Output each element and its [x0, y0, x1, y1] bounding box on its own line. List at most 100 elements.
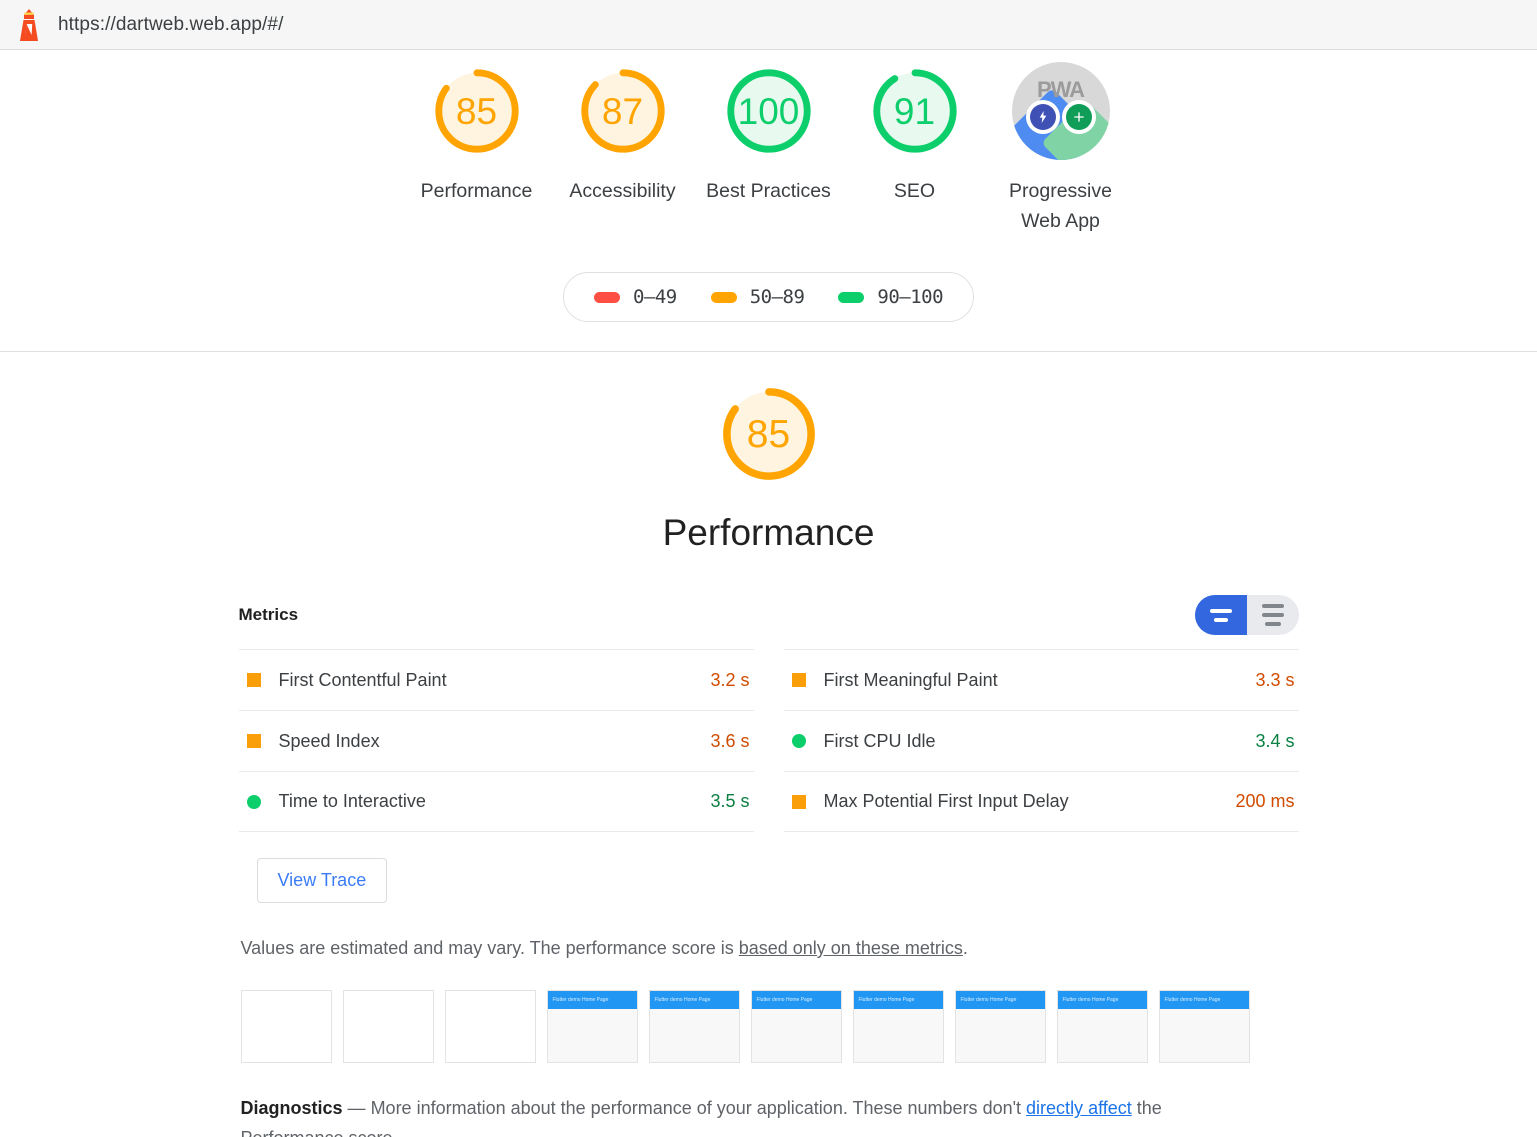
filmstrip-frame-appbar: Flutter demo Home Page: [751, 991, 841, 1010]
view-trace-button[interactable]: View Trace: [256, 858, 388, 903]
legend-item-average: 50–89: [710, 286, 805, 308]
filmstrip-frame-caption: Flutter demo Home Page: [1164, 997, 1221, 1004]
filmstrip-frame[interactable]: Flutter demo Home Page: [1158, 990, 1250, 1064]
diagnostics-dash: —: [347, 1098, 366, 1119]
page-title: Performance: [662, 512, 875, 553]
score-gauge-performance[interactable]: 85 Performance: [404, 62, 550, 206]
metrics-heading: Metrics: [238, 605, 299, 624]
filmstrip-frame[interactable]: Flutter demo Home Page: [546, 990, 638, 1064]
metric-rating-square-icon: [791, 673, 806, 687]
filmstrip-frame[interactable]: Flutter demo Home Page: [852, 990, 944, 1064]
metrics-column-left: First Contentful Paint 3.2 s Speed Index…: [238, 649, 754, 832]
score-gauge-seo[interactable]: 91 SEO: [842, 62, 988, 206]
metric-value: 200 ms: [1235, 791, 1295, 811]
gauge-value: 87: [601, 90, 644, 132]
metric-row[interactable]: First Meaningful Paint 3.3 s: [783, 649, 1299, 710]
lighthouse-logo: [20, 8, 38, 41]
metric-value: 3.5 s: [710, 791, 750, 811]
legend-item-pass: 90–100: [838, 286, 944, 308]
metrics-column-right: First Meaningful Paint 3.3 s First CPU I…: [783, 649, 1299, 832]
pwa-chip-right: [1061, 100, 1096, 134]
diagnostics-heading: Diagnostics: [240, 1098, 343, 1119]
gauge-ring-accessibility: 87: [574, 62, 672, 160]
filmstrip-frame[interactable]: Flutter demo Home Page: [750, 990, 842, 1064]
score-gauge-accessibility[interactable]: 87 Accessibility: [550, 62, 696, 206]
filmstrip-frame[interactable]: [240, 990, 332, 1064]
filmstrip-frame-appbar: Flutter demo Home Page: [547, 991, 637, 1010]
gauge-ring-seo: 91: [866, 62, 964, 160]
metrics-view-toggle[interactable]: [1194, 595, 1299, 635]
score-gauge-pwa[interactable]: PWA Progressive Web App: [988, 62, 1134, 236]
toggle-bar: [1264, 622, 1281, 626]
score-legend: 0–49 50–89 90–100: [562, 272, 975, 322]
toggle-bar: [1261, 604, 1284, 608]
plus-circle-icon: [1065, 104, 1092, 130]
metric-value: 3.3 s: [1255, 669, 1295, 690]
filmstrip-frame[interactable]: [444, 990, 536, 1064]
filmstrip-frame-appbar: Flutter demo Home Page: [1057, 991, 1147, 1010]
legend-pill-red: [593, 291, 620, 303]
filmstrip-frame[interactable]: [342, 990, 434, 1064]
metric-name: Speed Index: [278, 730, 380, 751]
gauge-ring-best-practices: 100: [720, 62, 818, 160]
metric-name: First Meaningful Paint: [823, 669, 998, 690]
filmstrip-frame-caption: Flutter demo Home Page: [654, 997, 711, 1004]
gauge-label: Performance: [420, 180, 533, 202]
gauge-ring-performance: 85: [428, 62, 526, 160]
metric-value: 3.4 s: [1255, 730, 1295, 751]
gauge-value: 100: [737, 90, 800, 132]
metric-rating-circle-icon: [791, 734, 806, 748]
toggle-bar: [1261, 613, 1284, 617]
metric-row[interactable]: First CPU Idle 3.4 s: [783, 710, 1299, 771]
shield-bolt-icon: [1029, 104, 1056, 130]
url-text: https://dartweb.web.app/#/: [58, 13, 284, 35]
legend-pill-orange: [710, 291, 737, 303]
category-gauge-value: 85: [746, 412, 791, 456]
metric-value: 3.6 s: [710, 730, 750, 751]
gauge-label-pwa: Progressive Web App: [1009, 180, 1112, 232]
gauge-label: Accessibility: [569, 180, 676, 202]
metrics-header: Metrics: [239, 595, 1299, 649]
metric-rating-square-icon: [791, 794, 806, 809]
metric-name: First CPU Idle: [823, 730, 936, 751]
score-gauges: 85 Performance 87 Accessibility 100 Best…: [0, 62, 1537, 236]
legend-label-pass: 90–100: [877, 286, 944, 308]
metric-name: First Contentful Paint: [278, 669, 447, 690]
filmstrip-frame-caption: Flutter demo Home Page: [858, 997, 915, 1004]
metric-row[interactable]: First Contentful Paint 3.2 s: [238, 649, 754, 710]
screenshot-filmstrip: Flutter demo Home Page Flutter demo Home…: [239, 961, 1299, 1064]
filmstrip-frame-appbar: Flutter demo Home Page: [649, 991, 739, 1010]
url-bar: https://dartweb.web.app/#/: [0, 0, 1537, 50]
filmstrip-frame-caption: Flutter demo Home Page: [756, 997, 813, 1004]
diagnostics-description: Diagnostics — More information about the…: [239, 1063, 1169, 1137]
scores-strip: 85 Performance 87 Accessibility 100 Best…: [0, 50, 1537, 352]
toggle-simple-view[interactable]: [1194, 595, 1247, 635]
based-only-on-these-metrics-link[interactable]: based only on these metrics: [739, 938, 963, 958]
metric-name: Time to Interactive: [278, 791, 426, 811]
score-gauge-best-practices[interactable]: 100 Best Practices: [696, 62, 842, 206]
filmstrip-frame-caption: Flutter demo Home Page: [1062, 997, 1119, 1004]
metric-row[interactable]: Time to Interactive 3.5 s: [238, 771, 754, 832]
toggle-bar: [1213, 617, 1228, 622]
filmstrip-frame[interactable]: Flutter demo Home Page: [954, 990, 1046, 1064]
metric-row[interactable]: Speed Index 3.6 s: [238, 710, 754, 771]
filmstrip-frame[interactable]: Flutter demo Home Page: [1056, 990, 1148, 1064]
legend-item-fail: 0–49: [593, 286, 677, 308]
pwa-badge: PWA: [1011, 62, 1110, 160]
metric-value: 3.2 s: [710, 669, 750, 690]
filmstrip-frame-appbar: Flutter demo Home Page: [853, 991, 943, 1010]
metric-name: Max Potential First Input Delay: [823, 791, 1069, 811]
score-legend-row: 0–49 50–89 90–100: [0, 272, 1537, 322]
metric-row[interactable]: Max Potential First Input Delay 200 ms: [783, 771, 1299, 832]
filmstrip-frame[interactable]: Flutter demo Home Page: [648, 990, 740, 1064]
diagnostics-text-pre: More information about the performance o…: [370, 1098, 1027, 1119]
directly-affect-link[interactable]: directly affect: [1026, 1098, 1132, 1118]
pwa-badge-text: PWA: [1036, 77, 1085, 102]
performance-panel: Metrics First Contentful Paint 3.2 s Spe…: [238, 554, 1299, 1137]
toggle-expanded-view[interactable]: [1247, 595, 1299, 635]
filmstrip-frame-appbar: Flutter demo Home Page: [1159, 991, 1249, 1010]
toggle-bar: [1209, 608, 1232, 613]
legend-label-fail: 0–49: [632, 286, 677, 308]
metric-rating-circle-icon: [246, 794, 261, 809]
category-gauge: 85: [715, 380, 823, 488]
